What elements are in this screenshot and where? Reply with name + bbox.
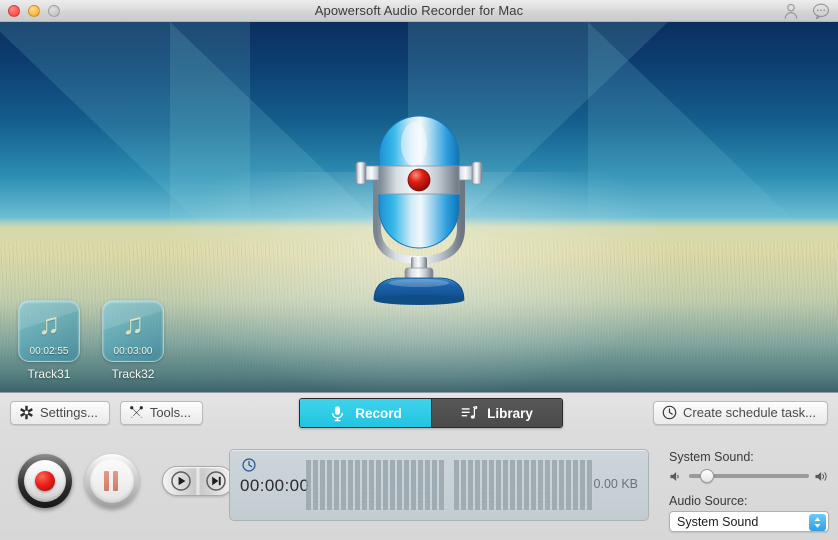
volume-slider-row: [669, 467, 829, 485]
music-note-icon: ♫: [121, 308, 145, 341]
pause-icon: [104, 471, 118, 491]
play-button[interactable]: [170, 471, 191, 491]
track-item[interactable]: ♫ 00:02:55 Track31: [18, 300, 80, 381]
schedule-label: Create schedule task...: [683, 405, 816, 420]
title-bar-actions: [782, 0, 830, 22]
vu-meter-left: [306, 460, 446, 510]
tab-library-label: Library: [487, 405, 533, 421]
settings-label: Settings...: [40, 405, 98, 420]
volume-slider-knob[interactable]: [700, 469, 714, 483]
microphone-icon: [332, 405, 344, 421]
audio-source-label: Audio Source:: [669, 494, 748, 508]
audio-source-value: System Sound: [677, 514, 759, 529]
system-sound-label: System Sound:: [669, 450, 754, 464]
tools-button[interactable]: Tools...: [119, 400, 203, 425]
track-duration: 00:03:00: [113, 346, 153, 357]
track-label: Track32: [111, 367, 155, 381]
tools-label: Tools...: [149, 405, 191, 420]
window-title: Apowersoft Audio Recorder for Mac: [314, 3, 524, 18]
gear-icon: [20, 405, 33, 420]
hero-wallpaper: ♫ 00:02:55 Track31 ♫ 00:03:00 Track32: [0, 22, 838, 392]
record-button[interactable]: [18, 454, 72, 508]
next-track-button[interactable]: [205, 471, 226, 491]
vu-meter-right: [454, 460, 594, 510]
file-size: 0.00 KB: [593, 477, 638, 491]
app-window: Apowersoft Audio Recorder for Mac ♫ 00:0…: [0, 0, 838, 540]
mode-tabs: Record Library: [299, 398, 563, 428]
main-toolbar: Settings... Tools... Record Library Crea…: [0, 392, 838, 432]
zoom-button[interactable]: [48, 4, 60, 17]
track-thumbnail[interactable]: ♫ 00:02:55: [18, 300, 80, 362]
transport-controls: [18, 454, 234, 508]
close-button[interactable]: [8, 4, 20, 17]
playlist-note-icon: [461, 405, 478, 419]
clock-icon: [242, 458, 256, 472]
track-duration: 00:02:55: [29, 346, 69, 357]
bottom-panel: 00:00:00 0.00 KB System Sound: Audio Sou…: [0, 432, 838, 540]
playback-controls: [162, 466, 234, 496]
track-list: ♫ 00:02:55 Track31 ♫ 00:03:00 Track32: [18, 300, 164, 381]
recording-status-panel: 00:00:00 0.00 KB: [229, 449, 649, 521]
settings-button[interactable]: Settings...: [10, 400, 110, 425]
audio-source-select[interactable]: System Sound: [669, 511, 829, 532]
create-schedule-task-button[interactable]: Create schedule task...: [653, 400, 828, 425]
music-note-icon: ♫: [37, 308, 61, 341]
tab-record-label: Record: [355, 405, 402, 421]
track-label: Track31: [27, 367, 71, 381]
tab-record[interactable]: Record: [300, 399, 431, 427]
speaker-high-icon[interactable]: [814, 470, 829, 483]
audio-settings-panel: System Sound: Audio Source: System Sound: [669, 450, 829, 532]
track-item[interactable]: ♫ 00:03:00 Track32: [102, 300, 164, 381]
track-thumbnail[interactable]: ♫ 00:03:00: [102, 300, 164, 362]
clock-icon: [662, 405, 677, 420]
elapsed-time: 00:00:00: [240, 476, 310, 495]
record-dot-icon: [35, 471, 55, 491]
minimize-button[interactable]: [28, 4, 40, 17]
speaker-low-icon[interactable]: [669, 470, 684, 483]
traffic-lights: [8, 4, 60, 17]
chat-bubble-icon[interactable]: [812, 2, 830, 20]
volume-slider-track[interactable]: [689, 469, 809, 483]
user-icon[interactable]: [782, 2, 800, 20]
tab-library[interactable]: Library: [431, 399, 562, 427]
title-bar: Apowersoft Audio Recorder for Mac: [0, 0, 838, 22]
pause-button[interactable]: [85, 454, 139, 508]
microphone-illustration: [355, 115, 483, 305]
chevron-updown-icon[interactable]: [809, 514, 826, 531]
wrench-screwdriver-icon: [129, 406, 143, 419]
